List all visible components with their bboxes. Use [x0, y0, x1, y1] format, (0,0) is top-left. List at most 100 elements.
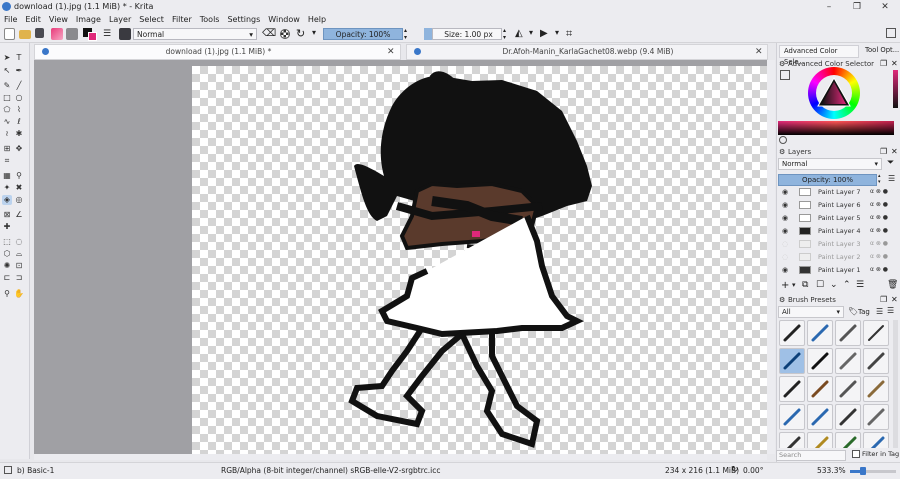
properties-layer-icon[interactable]: ☐ — [816, 280, 824, 290]
layer-options-icon[interactable]: ☰ — [888, 174, 895, 183]
color-picker-icon[interactable]: ⚲ — [14, 171, 24, 181]
chevron-down-icon[interactable]: ▾ — [555, 28, 559, 37]
minimize-button[interactable]: – — [815, 0, 843, 14]
layer-opacity-stepper[interactable]: ▴ ▾ — [878, 173, 881, 185]
close-tab-icon[interactable]: ✕ — [387, 45, 395, 59]
layer-row[interactable]: ◌ Paint Layer 2 α ⊗ ● — [778, 251, 894, 263]
eye-icon[interactable]: ◉ — [782, 212, 788, 224]
vertical-scrollbar[interactable] — [767, 60, 775, 454]
menu-file[interactable]: File — [0, 14, 21, 26]
contiguous-select-icon[interactable]: ✺ — [2, 261, 12, 271]
menu-edit[interactable]: Edit — [21, 14, 45, 26]
layer-row[interactable]: ◉ Paint Layer 6 α ⊗ ● — [778, 199, 894, 211]
colorize-mask-icon[interactable]: ✖ — [14, 183, 24, 193]
layer-flags-icon[interactable]: α ⊗ ● — [870, 251, 888, 263]
layers-menu-icon[interactable]: ⚙ — [779, 148, 785, 156]
edit-shapes-icon[interactable]: ↖ — [2, 66, 12, 76]
opacity-stepper[interactable]: ▴ ▾ — [404, 27, 407, 41]
layer-flags-icon[interactable]: α ⊗ ● — [870, 225, 888, 237]
float-panel-icon[interactable]: ❐ — [880, 59, 887, 68]
measure-tool-icon[interactable]: ∠ — [14, 210, 24, 220]
gradient-tool-icon[interactable]: ▦ — [2, 171, 12, 181]
bezier-select-icon[interactable]: ⊏ — [2, 273, 12, 283]
size-stepper[interactable]: ▴ ▾ — [503, 27, 506, 41]
color-shade-strip[interactable] — [778, 121, 894, 135]
ellipse-tool-icon[interactable]: ○ — [14, 93, 24, 103]
freehand-brush-icon[interactable]: ✎ — [2, 81, 12, 91]
chevron-down-icon[interactable]: ▾ — [312, 28, 316, 37]
maximize-button[interactable]: ❐ — [843, 0, 871, 14]
add-layer-icon[interactable]: + — [781, 280, 789, 291]
eye-closed-icon[interactable]: ◌ — [782, 251, 788, 263]
chevron-down-icon[interactable]: ▾ — [792, 281, 796, 289]
size-slider[interactable]: Size: 1.00 px — [432, 28, 502, 40]
eraser-icon[interactable]: ⌫ — [262, 28, 276, 40]
move-up-icon[interactable]: ⌃ — [843, 280, 851, 290]
eye-icon[interactable]: ◉ — [782, 264, 788, 276]
freehand-path-icon[interactable]: ℓ — [14, 117, 24, 127]
eye-icon[interactable]: ◉ — [782, 186, 788, 198]
artwork-drawing[interactable] — [192, 66, 767, 454]
reload-preset-icon[interactable]: ↻ — [296, 27, 305, 40]
assistant-tool-icon[interactable]: ⊠ — [2, 210, 12, 220]
ellipse-select-icon[interactable]: ◌ — [14, 237, 24, 247]
transform-tool-icon[interactable]: ⊞ — [2, 144, 12, 154]
close-panel-icon[interactable]: ✕ — [891, 295, 898, 304]
brush-filter-select[interactable]: All ▾ — [778, 306, 844, 318]
close-button[interactable]: ✕ — [871, 0, 899, 14]
close-tab-icon[interactable]: ✕ — [755, 45, 763, 59]
brush-grid-scrollbar[interactable] — [893, 320, 898, 448]
menu-filter[interactable]: Filter — [168, 14, 196, 26]
rotation-icon[interactable]: ↻ — [731, 463, 739, 478]
color-triangle[interactable] — [816, 76, 852, 108]
similar-select-icon[interactable]: ⊡ — [14, 261, 24, 271]
mirror-horizontal-icon[interactable]: ◭ — [515, 28, 523, 40]
tag-label[interactable]: Tag — [858, 308, 870, 316]
menu-layer[interactable]: Layer — [105, 14, 135, 26]
brush-settings-icon[interactable]: ☰ — [103, 29, 113, 39]
color-selector-settings-icon[interactable] — [780, 70, 790, 80]
menu-image[interactable]: Image — [72, 14, 105, 26]
value-strip[interactable] — [893, 70, 898, 108]
tab-karla-webp[interactable]: Dr.Afoh-Manin_KarlaGachet08.webp (9.4 Mi… — [406, 44, 768, 60]
delete-layer-icon[interactable]: 🗑 — [887, 280, 898, 290]
background-color-swatch[interactable] — [88, 32, 97, 41]
layer-opacity-slider[interactable]: Opacity: 100% — [778, 174, 877, 186]
gradient-swatch-icon[interactable] — [51, 28, 63, 40]
close-panel-icon[interactable]: ✕ — [891, 147, 898, 156]
brush-search-input[interactable]: Search — [776, 450, 846, 461]
fill-tool-icon[interactable]: ◈ — [2, 195, 12, 205]
bezier-tool-icon[interactable]: ∿ — [2, 117, 12, 127]
eye-icon[interactable]: ◉ — [782, 225, 788, 237]
select-shapes-icon[interactable]: ➤ — [2, 53, 12, 63]
gear-icon[interactable]: ⚙ — [779, 60, 785, 68]
dynamic-brush-icon[interactable]: ≀ — [2, 129, 12, 139]
duplicate-layer-icon[interactable]: ⧉ — [802, 280, 808, 290]
menu-help[interactable]: Help — [304, 14, 330, 26]
color-space-label[interactable]: RGB/Alpha (8-bit integer/channel) sRGB-e… — [221, 463, 440, 478]
dock-tab-tool-options[interactable]: Tool Opt... — [861, 45, 900, 58]
new-document-icon[interactable] — [4, 28, 15, 40]
calligraphy-icon[interactable]: ✒ — [14, 66, 24, 76]
layer-flags-icon[interactable]: α ⊗ ● — [870, 199, 888, 211]
open-document-icon[interactable] — [19, 30, 31, 39]
reference-images-icon[interactable]: ✚ — [2, 222, 12, 232]
mirror-vertical-icon[interactable]: ▶ — [540, 28, 548, 40]
menu-select[interactable]: Select — [135, 14, 168, 26]
crop-tool-icon[interactable]: ⌗ — [2, 156, 12, 166]
zoom-slider-handle[interactable] — [860, 467, 866, 475]
freehand-select-icon[interactable]: ⌓ — [14, 249, 24, 259]
layer-blend-mode-select[interactable]: Normal ▾ — [778, 158, 882, 170]
float-panel-icon[interactable]: ❐ — [880, 295, 887, 304]
smart-patch-icon[interactable]: ✦ — [2, 183, 12, 193]
brush-view-menu-icon[interactable]: ☰ — [876, 307, 883, 316]
pattern-swatch-icon[interactable] — [66, 28, 78, 40]
move-down-icon[interactable]: ⌄ — [830, 280, 838, 290]
menu-settings[interactable]: Settings — [223, 14, 264, 26]
zoom-value[interactable]: 533.3% — [817, 463, 846, 478]
layer-row[interactable]: ◉ Paint Layer 4 α ⊗ ● — [778, 225, 894, 237]
layer-row[interactable]: ◌ Paint Layer 3 α ⊗ ● — [778, 238, 894, 250]
dock-tab-color-selector[interactable]: Advanced Color Sele... — [779, 45, 859, 66]
layer-flags-icon[interactable]: α ⊗ ● — [870, 238, 888, 250]
text-tool-icon[interactable]: T — [14, 53, 24, 63]
